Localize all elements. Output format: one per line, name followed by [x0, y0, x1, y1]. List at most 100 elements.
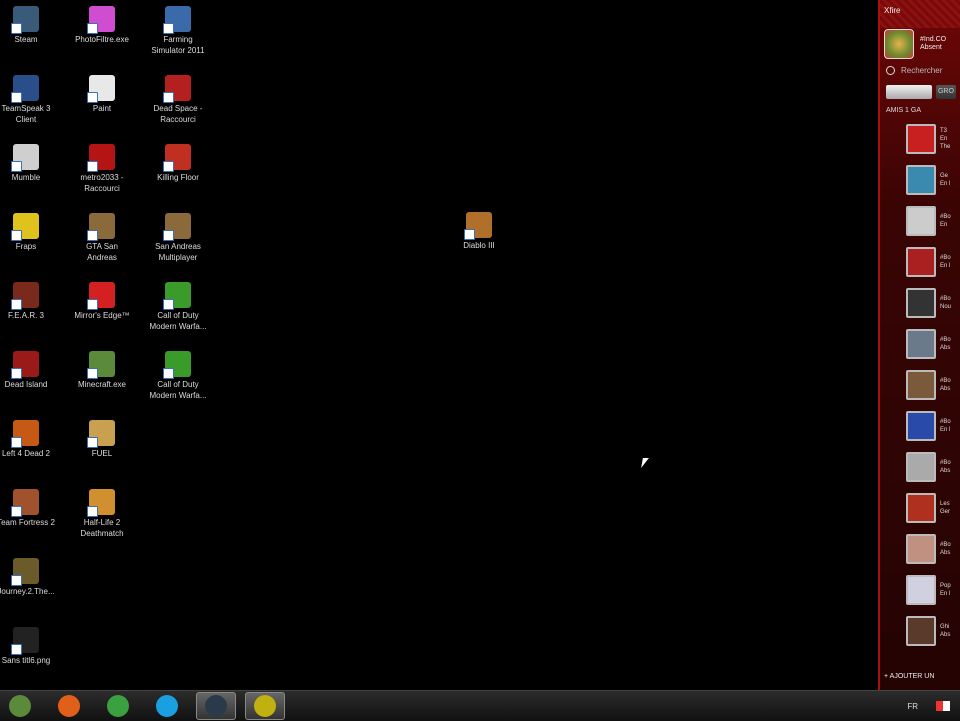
desktop-icon-label: San Andreas Multiplayer	[155, 242, 201, 262]
friend-status-text: #Bo En l	[940, 254, 951, 269]
desktop-icon[interactable]: Dead Space - Raccourci	[140, 75, 216, 144]
desktop-icon-label: Left 4 Dead 2	[1, 449, 51, 458]
steam-icon	[11, 6, 39, 34]
icon-column-1: Steam TeamSpeak 3 Client Mumble Fraps F.E.A.…	[0, 6, 64, 696]
desktop-icon[interactable]: Paint	[64, 75, 140, 144]
list-item[interactable]: #Bo En l	[880, 241, 960, 282]
paint-icon	[87, 75, 115, 103]
desktop-icon[interactable]: Steam	[0, 6, 64, 75]
list-item[interactable]: #Bo Abs	[880, 528, 960, 569]
cod-mw-icon	[163, 282, 191, 310]
list-item[interactable]: #Bo Abs	[880, 323, 960, 364]
friend-status-text: #Bo Abs	[940, 541, 951, 556]
list-item[interactable]: Pop En l	[880, 569, 960, 610]
friends-panel: Xfire #Ind.CO Absent Rechercher GRO AMIS…	[878, 0, 960, 690]
add-friend-button[interactable]: + AJOUTER UN	[884, 673, 934, 680]
panel-tabs: GRO	[880, 81, 960, 103]
desktop-icon[interactable]: Fraps	[0, 213, 64, 282]
search-icon	[886, 66, 895, 75]
taskbar-button[interactable]	[98, 692, 138, 720]
list-item[interactable]: #Bo Abs	[880, 446, 960, 487]
desktop-icon-label: Paint	[92, 104, 112, 113]
taskbar-button[interactable]	[0, 692, 40, 720]
desktop-icon-label: Killing Floor	[157, 173, 199, 182]
tab-groups[interactable]: GRO	[935, 85, 956, 99]
list-item[interactable]: #Bo Nou	[880, 282, 960, 323]
friend-status-text: Ge En l	[940, 172, 951, 187]
desktop-icon[interactable]: Sans titl6.png	[0, 627, 64, 696]
desktop-icon[interactable]: Call of Duty Modern Warfa...	[140, 282, 216, 351]
friend-status-text: Les Ger	[940, 500, 951, 515]
desktop-icon[interactable]: Journey.2.The...	[0, 558, 64, 627]
desktop-icon-label: Mumble	[11, 173, 41, 182]
desktop-icon-label: Call of Duty Modern Warfa...	[149, 380, 207, 400]
desktop-icon-diablo-iii[interactable]: Diablo III	[441, 212, 517, 281]
desktop-icon-label: PhotoFiltre.exe	[75, 35, 129, 44]
desktop-icon-label: Dead Island	[4, 380, 48, 389]
left4dead2-icon	[11, 420, 39, 448]
list-item[interactable]: T3 En The	[880, 118, 960, 159]
gta-sa-icon	[87, 213, 115, 241]
desktop-icon[interactable]: Dead Island	[0, 351, 64, 420]
search-input[interactable]: Rechercher	[880, 60, 960, 81]
friend-avatar	[906, 123, 936, 154]
desktop-icon[interactable]: Left 4 Dead 2	[0, 420, 64, 489]
friends-section-label[interactable]: AMIS 1 GA	[880, 103, 960, 118]
list-item[interactable]: #Bo En	[880, 200, 960, 241]
taskbar-button[interactable]	[196, 692, 236, 720]
friend-list: T3 En The Ge En l #Bo En #Bo En l #Bo Nou #Bo…	[880, 118, 960, 651]
teamspeak-icon	[11, 75, 39, 103]
desktop-icon[interactable]: Killing Floor	[140, 144, 216, 213]
desktop-icon[interactable]: Mirror's Edge™	[64, 282, 140, 351]
farming-sim-icon	[163, 6, 191, 34]
desktop-icon[interactable]: Half-Life 2 Deathmatch	[64, 489, 140, 558]
desktop-icon[interactable]: F.E.A.R. 3	[0, 282, 64, 351]
profile[interactable]: #Ind.CO Absent	[880, 28, 960, 60]
list-item[interactable]: Ghi Abs	[880, 610, 960, 651]
panel-header: Xfire	[880, 0, 960, 28]
friend-avatar	[906, 246, 936, 277]
language-indicator[interactable]: FR	[907, 702, 918, 711]
minecraft-icon	[87, 351, 115, 379]
desktop-icon[interactable]: Team Fortress 2	[0, 489, 64, 558]
desktop-icon[interactable]: Mumble	[0, 144, 64, 213]
dead-space-icon	[163, 75, 191, 103]
taskbar-items	[0, 692, 294, 720]
desktop-icon[interactable]: San Andreas Multiplayer	[140, 213, 216, 282]
friend-avatar	[906, 451, 936, 482]
taskbar-button[interactable]	[245, 692, 285, 720]
tab-friends[interactable]	[886, 85, 932, 99]
friend-status-text: #Bo Abs	[940, 459, 951, 474]
list-item[interactable]: Les Ger	[880, 487, 960, 528]
dead-island-icon	[11, 351, 39, 379]
desktop-icon[interactable]: FUEL	[64, 420, 140, 489]
list-item[interactable]: #Bo En l	[880, 405, 960, 446]
friend-status-text: Ghi Abs	[940, 623, 951, 638]
desktop-icon-label: FUEL	[91, 449, 113, 458]
avatar	[884, 29, 914, 59]
taskbar-button[interactable]	[49, 692, 89, 720]
skype-taskbar-icon	[156, 695, 178, 717]
friend-avatar	[906, 369, 936, 400]
desktop[interactable]: Steam TeamSpeak 3 Client Mumble Fraps F.E.A.…	[0, 0, 878, 690]
system-tray: FR	[907, 701, 960, 711]
diablo3-icon	[464, 212, 492, 240]
desktop-icon[interactable]: metro2033 - Raccourci	[64, 144, 140, 213]
taskbar-button[interactable]	[147, 692, 187, 720]
chrome-taskbar-icon	[107, 695, 129, 717]
desktop-icon[interactable]: PhotoFiltre.exe	[64, 6, 140, 75]
desktop-icon[interactable]: Farming Simulator 2011	[140, 6, 216, 75]
desktop-icon-label: Journey.2.The...	[0, 587, 55, 596]
desktop-icon[interactable]: GTA San Andreas	[64, 213, 140, 282]
friend-avatar	[906, 410, 936, 441]
desktop-icon-label: Mirror's Edge™	[74, 311, 130, 320]
list-item[interactable]: #Bo Abs	[880, 364, 960, 405]
list-item[interactable]: Ge En l	[880, 159, 960, 200]
desktop-icon[interactable]: Call of Duty Modern Warfa...	[140, 351, 216, 420]
desktop-icon[interactable]: Minecraft.exe	[64, 351, 140, 420]
fear3-icon	[11, 282, 39, 310]
metro2033-icon	[87, 144, 115, 172]
desktop-icon[interactable]: TeamSpeak 3 Client	[0, 75, 64, 144]
friend-status-text: #Bo Abs	[940, 377, 951, 392]
desktop-icon-label: GTA San Andreas	[86, 242, 118, 262]
